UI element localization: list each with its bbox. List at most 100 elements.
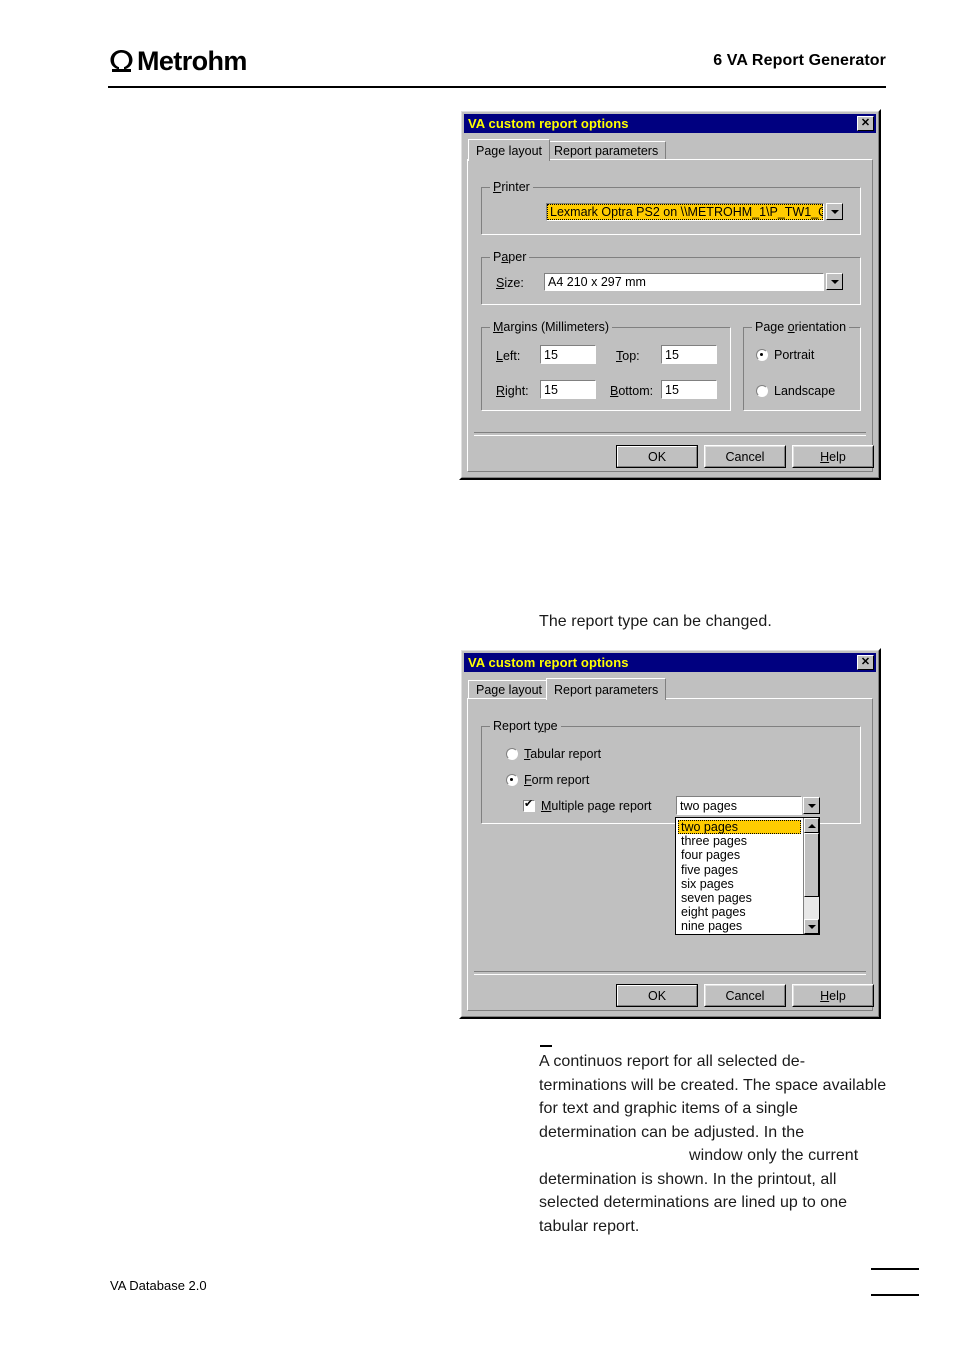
button-bar-divider [474,971,866,975]
page-title: 6 VA Report Generator [713,52,886,69]
radio-tabular-report-label: Tabular report [524,747,602,761]
radio-icon [506,774,518,786]
caption-leader-dash [540,1045,552,1047]
close-icon[interactable]: ✕ [857,116,874,131]
brand-logo: Metrohm [108,48,247,75]
dialog-va-custom-report-options-page-layout: VA custom report options ✕ Page layout R… [459,109,881,480]
cancel-button-label: Cancel [725,988,765,1003]
ok-button[interactable]: OK [616,445,698,468]
radio-form-report-label: Form report [524,773,590,787]
scroll-down-button[interactable] [804,919,819,934]
page-count-dropdown-list[interactable]: two pages three pages four pages five pages… [675,817,820,935]
dialog-title: VA custom report options [468,655,629,670]
ok-button[interactable]: OK [616,984,698,1007]
help-button-label: Help [820,449,846,464]
page-count-combo-chevron-down-icon[interactable] [803,797,820,814]
footer-rule-top [871,1268,919,1270]
checkbox-multiple-page-report[interactable]: Multiple page report [523,798,652,813]
header-divider [108,86,886,88]
margin-right-input[interactable]: 15 [540,380,596,399]
scrollbar-thumb[interactable] [804,833,819,897]
tabstrip: Page layout Report parameters [468,678,872,700]
help-button-label: Help [820,988,846,1003]
dropdown-option[interactable]: five pages [678,863,801,877]
page-count-combo-value[interactable]: two pages [676,796,802,815]
tab-label: Report parameters [554,682,659,697]
group-paper: Paper Size: A4 210 x 297 mm [481,250,861,305]
caption-part-2: window only the current determination is… [539,1147,859,1235]
tab-label: Report parameters [554,144,659,158]
footer-text: VA Database 2.0 [110,1278,207,1293]
paper-size-combo-chevron-down-icon[interactable] [826,273,843,290]
chevron-down-icon [807,803,816,808]
tab-report-parameters[interactable]: Report parameters [546,678,667,700]
printer-combo-chevron-down-icon[interactable] [826,203,843,220]
close-icon[interactable]: ✕ [857,655,874,670]
checkbox-multiple-page-report-label: Multiple page report [541,799,652,813]
radio-icon [756,385,768,397]
button-bar-divider [474,432,866,436]
group-orientation-label: Page orientation [752,320,850,334]
chevron-down-icon [807,924,816,929]
check-icon [523,798,535,812]
ok-button-label: OK [647,449,667,464]
dialog-title: VA custom report options [468,116,629,131]
radio-portrait-label: Portrait [774,348,815,362]
margin-right-label: Right: [496,384,529,398]
paper-size-label: Size: [496,276,524,290]
paper-size-combo-value[interactable]: A4 210 x 297 mm [544,273,824,291]
dropdown-option[interactable]: two pages [678,820,801,835]
radio-portrait[interactable]: Portrait [756,348,814,362]
cancel-button[interactable]: Cancel [704,984,786,1007]
margin-top-input[interactable]: 15 [661,345,717,364]
dropdown-option[interactable]: four pages [678,848,801,862]
radio-landscape[interactable]: Landscape [756,384,835,398]
printer-combo-value[interactable]: Lexmark Optra PS2 on \\METROHM_1\P_TW1_Q [546,203,824,221]
chevron-up-icon [807,823,816,828]
dropdown-option[interactable]: six pages [678,877,801,891]
group-printer-label: Printer [490,180,533,194]
radio-icon [506,748,518,760]
group-paper-label: Paper [490,250,530,264]
caption-continuous-report: A continuos report for all selected de-t… [539,1050,889,1238]
group-margins: Margins (Millimeters) Left: 15 Top: 15 R… [481,320,731,411]
dropdown-option[interactable]: nine pages [678,919,801,933]
dropdown-option[interactable]: eight pages [678,905,801,919]
margin-left-input[interactable]: 15 [540,345,596,364]
radio-form-report[interactable]: Form report [506,773,589,787]
group-margins-label: Margins (Millimeters) [490,320,612,334]
group-printer: Printer Lexmark Optra PS2 on \\METROHM_1… [481,180,861,235]
tab-label: Page layout [476,143,543,158]
tabpanel-page-layout: Printer Lexmark Optra PS2 on \\METROHM_1… [467,159,874,472]
group-report-type: Report type Tabular report Form report M… [481,719,861,824]
tabpanel-report-parameters: Report type Tabular report Form report M… [467,698,874,1011]
margin-bottom-label: Bottom: [610,384,654,398]
tab-page-layout[interactable]: Page layout [468,680,551,699]
radio-landscape-label: Landscape [774,384,836,398]
dialog-va-custom-report-options-report-parameters: VA custom report options ✕ Page layout R… [459,648,881,1019]
footer-rule-bottom [871,1294,919,1296]
dropdown-option[interactable]: seven pages [678,891,801,905]
cancel-button-label: Cancel [725,449,765,464]
help-button[interactable]: Help [792,445,874,468]
margin-bottom-input[interactable]: 15 [661,380,717,399]
cancel-button[interactable]: Cancel [704,445,786,468]
tab-report-parameters[interactable]: Report parameters [546,141,667,160]
help-button[interactable]: Help [792,984,874,1007]
omega-logo-icon [108,48,136,74]
dropdown-scrollbar[interactable] [803,818,819,934]
scroll-up-button[interactable] [804,818,819,833]
margin-top-label: Top: [616,349,640,363]
caption-report-type: The report type can be changed. [539,613,772,630]
margin-left-label: Left: [496,349,521,363]
tabstrip: Page layout Report parameters [468,139,872,161]
group-page-orientation: Page orientation Portrait Landscape [743,320,861,411]
caption-part-1: A continuos report for all selected de-t… [539,1053,887,1141]
radio-tabular-report[interactable]: Tabular report [506,747,601,761]
dropdown-option[interactable]: three pages [678,834,801,848]
ok-button-label: OK [647,988,667,1003]
dialog-titlebar: VA custom report options ✕ [464,114,876,133]
page-header: Metrohm 6 VA Report Generator [108,48,886,90]
tab-page-layout[interactable]: Page layout [468,139,551,161]
group-report-type-label: Report type [490,719,561,733]
